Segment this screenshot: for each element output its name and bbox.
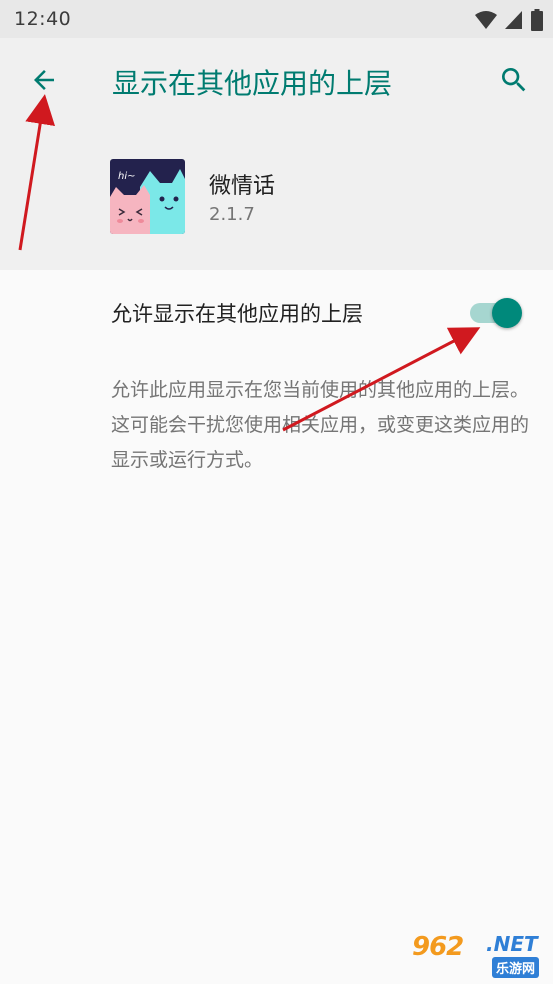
status-icons: [475, 9, 543, 31]
overlay-permission-toggle[interactable]: [470, 298, 524, 328]
page-title: 显示在其他应用的上层: [112, 67, 393, 100]
wifi-icon: [475, 11, 497, 29]
setting-description: 允许此应用显示在您当前使用的其他应用的上层。这可能会干扰您使用相关应用，或变更这…: [111, 379, 530, 471]
watermark-subtitle: 乐游网: [492, 957, 540, 978]
status-time: 12:40: [14, 8, 72, 30]
app-icon: hi~: [110, 159, 185, 234]
app-name: 微情话: [209, 174, 276, 199]
battery-icon: [531, 9, 543, 31]
app-version: 2.1.7: [209, 204, 255, 225]
site-watermark: 962 .NET 乐游网: [412, 930, 547, 980]
status-bar: 12:40: [0, 0, 553, 38]
watermark-number: 962: [412, 932, 464, 962]
back-button[interactable]: [24, 60, 64, 100]
search-icon: [502, 68, 526, 92]
search-button[interactable]: [494, 60, 534, 100]
app-icon-text: hi~: [118, 171, 136, 182]
setting-label: 允许显示在其他应用的上层: [111, 302, 363, 326]
overlay-permission-row[interactable]: 允许显示在其他应用的上层: [0, 270, 553, 356]
cellular-signal-icon: [505, 11, 522, 29]
app-header: 显示在其他应用的上层 hi~ 微情话 2.1.7: [0, 38, 553, 270]
toggle-thumb: [492, 298, 522, 328]
watermark-domain: .NET: [486, 932, 538, 956]
arrow-back-icon: [34, 70, 54, 90]
